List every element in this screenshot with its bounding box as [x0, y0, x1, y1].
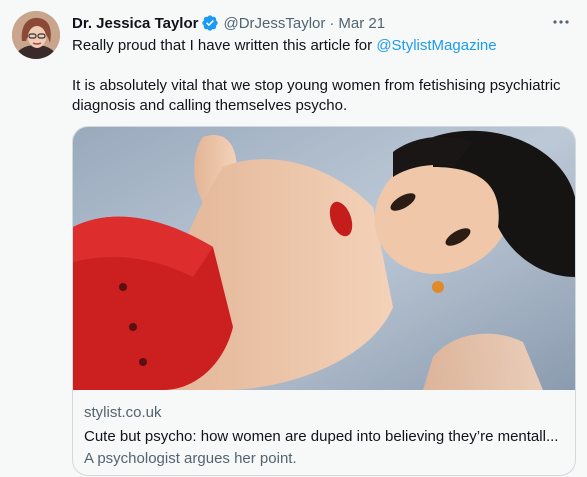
avatar[interactable]: [12, 11, 60, 59]
profile-photo-icon: [12, 11, 60, 59]
tweet-header: Dr. Jessica Taylor @DrJessTaylor · Mar 2…: [72, 12, 547, 34]
tweet-text-prefix: Really proud that I have written this ar…: [72, 37, 377, 54]
author-name[interactable]: Dr. Jessica Taylor: [72, 15, 198, 32]
more-options-icon[interactable]: [549, 12, 573, 32]
author-handle[interactable]: @DrJessTaylor: [223, 15, 325, 32]
mention-link[interactable]: @StylistMagazine: [376, 37, 496, 54]
tweet-text: Really proud that I have written this ar…: [72, 36, 572, 116]
tweet-text-line1: Really proud that I have written this ar…: [72, 36, 572, 56]
tweet-text-paragraph2: It is absolutely vital that we stop youn…: [72, 77, 561, 114]
card-meta: stylist.co.uk Cute but psycho: how women…: [84, 403, 563, 469]
card-title[interactable]: Cute but psycho: how women are duped int…: [84, 427, 563, 447]
tweet[interactable]: Dr. Jessica Taylor @DrJessTaylor · Mar 2…: [0, 0, 587, 477]
tweet-date[interactable]: Mar 21: [338, 15, 385, 32]
card-description: A psychologist argues her point.: [84, 450, 297, 467]
article-thumbnail-image[interactable]: [73, 127, 575, 390]
card-domain: stylist.co.uk: [84, 404, 162, 421]
verified-badge-icon: [202, 15, 219, 31]
separator-dot: ·: [329, 14, 335, 32]
link-preview-card[interactable]: stylist.co.uk Cute but psycho: how women…: [72, 126, 576, 476]
